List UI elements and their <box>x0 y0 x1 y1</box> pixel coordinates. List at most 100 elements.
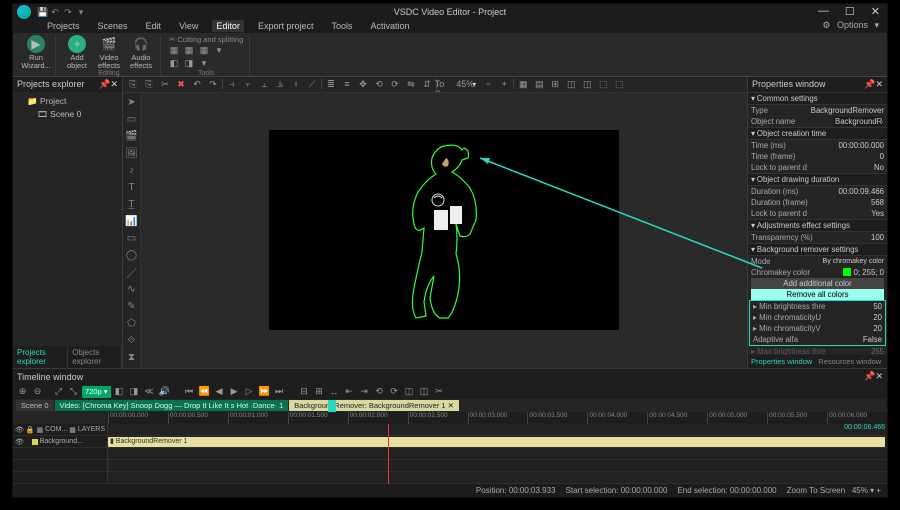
zoom-out-icon[interactable]: − <box>481 78 495 90</box>
mode-value[interactable]: By chromakey color <box>823 258 884 265</box>
tl-icon[interactable]: ⟳ <box>388 386 401 398</box>
tb-icon[interactable]: ⬚ <box>612 78 626 90</box>
tab-video[interactable]: Video: [Chroma Key] Snoop Dogg — Drop It… <box>55 400 289 411</box>
remove-colors-button[interactable]: Remove all colors <box>751 289 884 300</box>
sound-icon[interactable]: 🔊 <box>158 386 171 398</box>
tab-resources[interactable]: Resources window <box>815 355 884 368</box>
tool-icon[interactable]: ▾ <box>197 58 211 70</box>
panel-pin-icon[interactable]: 📌✕ <box>864 79 883 90</box>
undo-icon[interactable]: ↶ <box>190 78 204 90</box>
align-icon[interactable]: ≣ <box>324 78 338 90</box>
tab-objects-explorer[interactable]: Objects explorer <box>68 346 122 368</box>
tb-icon[interactable]: ▦ <box>516 78 530 90</box>
tool-icon[interactable]: ▦ <box>182 45 196 57</box>
redo-icon[interactable]: ↷ <box>206 78 220 90</box>
tl-icon[interactable]: ◫ <box>418 386 431 398</box>
tab-scene[interactable]: Scene 0 <box>16 400 54 411</box>
panel-pin-icon[interactable]: 📌✕ <box>99 79 118 90</box>
shape-icon[interactable]: ◯ <box>125 249 139 263</box>
tb-icon[interactable]: ⎘ <box>126 78 140 90</box>
menu-view[interactable]: View <box>175 20 202 32</box>
align-icon[interactable]: ≡ <box>340 78 354 90</box>
tl-icon[interactable]: ⊞ <box>313 386 326 398</box>
section-adj[interactable]: ▾ Adjustments effect settings <box>748 219 887 232</box>
flip-icon[interactable]: ⇋ <box>404 78 418 90</box>
tool-icon[interactable]: ◧ <box>167 58 181 70</box>
tl-icon[interactable]: ≪ <box>143 386 156 398</box>
menu-options[interactable]: ⚙ Options ▾ <box>818 19 883 32</box>
tl-icon[interactable]: ⟲ <box>373 386 386 398</box>
tl-icon[interactable]: ⇤ <box>343 386 356 398</box>
chroma-value[interactable]: 0; 255; 0 <box>843 268 884 277</box>
tree-scene[interactable]: 🎞 Scene 0 <box>17 108 118 121</box>
run-wizard-button[interactable]: ▶Run Wizard... <box>21 35 51 70</box>
tb-icon[interactable]: ⊞ <box>548 78 562 90</box>
menu-edit[interactable]: Edit <box>142 20 166 32</box>
menu-editor[interactable]: Editor <box>212 20 244 32</box>
tool-icon[interactable]: 🎬 <box>125 130 139 144</box>
clip-bgr[interactable]: ▮ BackgroundRemover 1 <box>108 437 885 447</box>
zoom-dropdown[interactable]: Zoom To Screen 45% ▾ <box>439 78 479 90</box>
tab-bgr[interactable]: BackgroundRemover: BackgroundRemover 1 ✕ <box>289 400 459 411</box>
align-icon[interactable]: ⫟ <box>241 78 255 90</box>
tool-icon[interactable]: ▦ <box>167 45 181 57</box>
line-icon[interactable]: ／ <box>125 266 139 280</box>
tl-icon[interactable]: ◫ <box>403 386 416 398</box>
durf-value[interactable]: 568 <box>871 198 884 207</box>
add-icon[interactable]: ⊕ <box>16 386 29 398</box>
minimize-button[interactable]: — <box>815 5 832 18</box>
play-icon[interactable]: ▶ <box>228 386 241 398</box>
status-zoom[interactable]: Zoom To Screen 45% ▾ + <box>787 486 881 495</box>
qat-undo-icon[interactable]: ↶ <box>50 7 60 17</box>
tool-icon[interactable]: ⟐ <box>125 334 139 348</box>
playhead-handle[interactable] <box>328 400 336 412</box>
qat-more-icon[interactable]: ▾ <box>76 7 86 17</box>
qat-save-icon[interactable]: 💾 <box>37 7 47 17</box>
tl-icon[interactable]: ⤡ <box>67 386 80 398</box>
tb-icon[interactable]: ⬚ <box>596 78 610 90</box>
tool-icon[interactable]: ✎ <box>125 300 139 314</box>
timeline-ruler[interactable]: 00:00:00.00000:00:00.50000:00:01.00000:0… <box>108 412 887 424</box>
tb-icon[interactable]: ◫ <box>564 78 578 90</box>
menu-tools[interactable]: Tools <box>327 20 356 32</box>
minu-value[interactable]: 20 <box>873 313 882 322</box>
tl-icon[interactable]: ⤢ <box>52 386 65 398</box>
prev-frame-icon[interactable]: ◀ <box>213 386 226 398</box>
tl-icon[interactable]: ⇥ <box>358 386 371 398</box>
video-effects-button[interactable]: 🎬Video effects <box>94 35 124 70</box>
skip-end-icon[interactable]: ⏭ <box>273 386 286 398</box>
curve-icon[interactable]: ∿ <box>125 283 139 297</box>
tl-icon[interactable]: ◧ <box>113 386 126 398</box>
audio-effects-button[interactable]: 🎧Audio effects <box>126 35 156 70</box>
tab-projects-explorer[interactable]: Projects explorer <box>13 346 68 368</box>
minv-value[interactable]: 20 <box>873 324 882 333</box>
tool-icon[interactable]: ▾ <box>212 45 226 57</box>
tl-icon[interactable]: ◨ <box>128 386 141 398</box>
tb-icon[interactable]: ⎘ <box>142 78 156 90</box>
tab-properties[interactable]: Properties window <box>748 355 815 368</box>
shape-icon[interactable]: ▭ <box>125 232 139 246</box>
rect-icon[interactable]: ▭ <box>125 113 139 127</box>
tree-project[interactable]: 📁 Project <box>17 95 118 108</box>
menu-projects[interactable]: Projects <box>43 20 84 32</box>
menu-export[interactable]: Export project <box>254 20 318 32</box>
tl-icon[interactable]: ⊟ <box>298 386 311 398</box>
lock1-value[interactable]: No <box>874 163 884 172</box>
dur-value[interactable]: 00:00:09.466 <box>838 187 884 196</box>
tl-icon[interactable]: ✂ <box>433 386 446 398</box>
rotate-icon[interactable]: ⟳ <box>388 78 402 90</box>
add-object-button[interactable]: +Add object <box>62 35 92 70</box>
timef-value[interactable]: 0 <box>880 152 884 161</box>
counter-icon[interactable]: ⧗ <box>125 351 139 365</box>
remove-icon[interactable]: ⊖ <box>31 386 44 398</box>
track-empty[interactable] <box>13 448 107 460</box>
tool-icon[interactable]: ◨ <box>182 58 196 70</box>
cut-icon[interactable]: ✂ <box>158 78 172 90</box>
rotate-icon[interactable]: ⟲ <box>372 78 386 90</box>
section-common[interactable]: ▾ Common settings <box>748 92 887 105</box>
tool-icon[interactable]: ♪ <box>125 164 139 178</box>
skip-start-icon[interactable]: ⏮ <box>183 386 196 398</box>
transp-value[interactable]: 100 <box>871 233 884 242</box>
tool-icon[interactable]: 📊 <box>125 215 139 229</box>
close-button[interactable]: ✕ <box>868 5 883 18</box>
